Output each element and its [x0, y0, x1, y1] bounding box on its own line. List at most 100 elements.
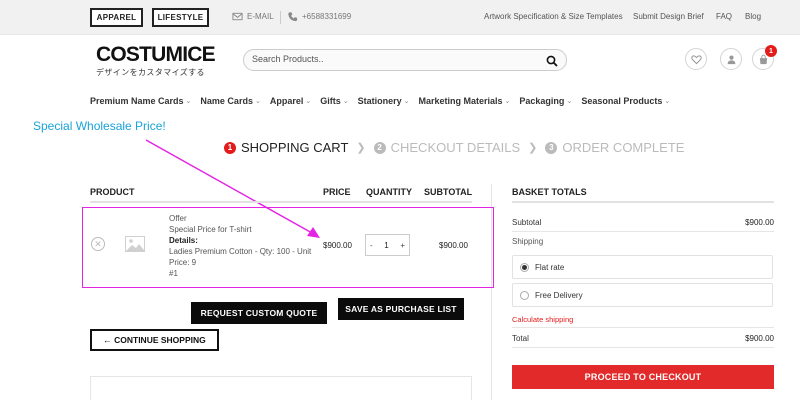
nav-label: Seasonal Products	[581, 96, 663, 106]
basket-divider	[512, 201, 774, 203]
header-price: PRICE	[323, 187, 351, 197]
proceed-to-checkout-button[interactable]: PROCEED TO CHECKOUT	[512, 365, 774, 389]
nav-item-packaging[interactable]: Packaging ⌄	[519, 95, 572, 107]
divider	[280, 11, 281, 24]
search-input[interactable]	[252, 54, 542, 64]
chevron-down-icon: ⌄	[403, 98, 410, 105]
product-details: Offer Special Price for T-shirt Details:…	[169, 213, 314, 279]
lifestyle-button[interactable]: LIFESTYLE	[152, 8, 209, 27]
step-label: CHECKOUT DETAILS	[390, 140, 521, 155]
product-line1: Offer	[169, 214, 187, 223]
step-order-complete: 3 ORDER COMPLETE	[545, 140, 684, 155]
nav-label: Name Cards	[200, 96, 253, 106]
logo-text: COSTUMICE	[96, 43, 216, 66]
nav-label: Premium Name Cards	[90, 96, 184, 106]
shipping-option-label: Free Delivery	[535, 290, 583, 300]
nav-item-seasonal-products[interactable]: Seasonal Products ⌄	[581, 95, 670, 107]
search-bar	[243, 49, 567, 71]
nav-item-premium-name-cards[interactable]: Premium Name Cards ⌄	[90, 95, 191, 107]
header-product: PRODUCT	[90, 187, 135, 197]
header-subtotal: SUBTOTAL	[424, 187, 473, 197]
table-divider	[90, 201, 472, 203]
envelope-icon	[232, 12, 243, 21]
artwork-spec-link[interactable]: Artwork Specification & Size Templates	[484, 12, 623, 21]
chevron-down-icon: ⌄	[566, 98, 573, 105]
nav-item-stationery[interactable]: Stationery ⌄	[358, 95, 410, 107]
nav-label: Apparel	[269, 96, 304, 106]
email-link[interactable]: E-MAIL	[232, 11, 274, 22]
calculate-shipping-link[interactable]: Calculate shipping	[512, 315, 573, 324]
quantity-input[interactable]: 1	[384, 241, 388, 250]
item-subtotal: $900.00	[439, 241, 468, 250]
nav-label: Gifts	[320, 96, 341, 106]
faq-link[interactable]: FAQ	[716, 12, 732, 21]
step-number: 3	[545, 141, 558, 154]
main-nav: Premium Name Cards ⌄ Name Cards ⌄ Apparel ⌄…	[90, 95, 679, 107]
product-name[interactable]: Special Price for T-shirt	[169, 224, 314, 235]
cart-button[interactable]: 1	[752, 45, 777, 70]
nav-item-gifts[interactable]: Gifts ⌄	[320, 95, 348, 107]
continue-shopping-button[interactable]: ← CONTINUE SHOPPING	[90, 329, 219, 351]
annotation-text: Special Wholesale Price!	[33, 119, 166, 133]
wishlist-button[interactable]	[685, 48, 707, 70]
email-label: E-MAIL	[247, 12, 274, 21]
quantity-stepper: - 1 +	[365, 234, 410, 256]
subtotal-label: Subtotal	[512, 218, 542, 227]
step-checkout-details[interactable]: 2 CHECKOUT DETAILS	[373, 140, 521, 155]
radio-checked[interactable]	[520, 262, 529, 272]
heart-icon	[690, 54, 702, 64]
step-label: ORDER COMPLETE	[562, 140, 685, 155]
nav-label: Stationery	[357, 96, 402, 106]
chevron-right-icon: ❯	[356, 142, 366, 154]
apparel-button[interactable]: APPAREL	[90, 8, 143, 27]
details-label: Details:	[169, 236, 198, 245]
nav-item-marketing-materials[interactable]: Marketing Materials ⌄	[419, 95, 511, 107]
chevron-down-icon: ⌄	[664, 98, 671, 105]
coupon-box	[90, 376, 472, 400]
shipping-label: Shipping	[512, 237, 544, 246]
item-price: $900.00	[323, 241, 352, 250]
nav-label: Marketing Materials	[418, 96, 503, 106]
blog-link[interactable]: Blog	[745, 12, 761, 21]
shipping-option-free-delivery[interactable]: Free Delivery	[512, 283, 773, 307]
product-spec: Ladies Premium Cotton - Qty: 100 - Unit …	[169, 247, 312, 267]
account-button[interactable]	[720, 48, 742, 70]
phone-link[interactable]: +6588331699	[287, 11, 351, 22]
basket-totals-title: BASKET TOTALS	[512, 187, 587, 197]
checkout-steps: 1 SHOPPING CART ❯ 2 CHECKOUT DETAILS ❯ 3…	[224, 140, 684, 155]
product-ref: #1	[169, 269, 178, 278]
chevron-down-icon: ⌄	[185, 98, 192, 105]
user-icon	[727, 55, 735, 64]
total-value: $900.00	[745, 334, 774, 343]
nav-label: Packaging	[519, 96, 565, 106]
subtotal-row: Subtotal $900.00	[512, 218, 774, 227]
total-row: Total $900.00	[512, 334, 774, 343]
subtotal-value: $900.00	[745, 218, 774, 227]
phone-number: +6588331699	[302, 12, 352, 21]
row-divider	[512, 327, 774, 328]
step-label: SHOPPING CART	[241, 140, 349, 155]
shipping-option-label: Flat rate	[535, 262, 565, 272]
cart-count-badge: 1	[765, 45, 777, 57]
step-number: 1	[224, 141, 236, 154]
radio-unchecked[interactable]	[520, 290, 529, 300]
search-icon[interactable]	[546, 55, 558, 67]
request-custom-quote-button[interactable]: REQUEST CUSTOM QUOTE	[191, 302, 327, 324]
chevron-down-icon: ⌄	[342, 98, 349, 105]
save-purchase-list-button[interactable]: SAVE AS PURCHASE LIST	[338, 298, 464, 320]
nav-item-apparel[interactable]: Apparel ⌄	[270, 95, 311, 107]
row-divider	[512, 231, 774, 232]
image-placeholder-icon	[125, 236, 145, 252]
decrement-button[interactable]: -	[370, 241, 373, 250]
shipping-option-flat-rate[interactable]: Flat rate	[512, 255, 773, 279]
nav-item-name-cards[interactable]: Name Cards ⌄	[200, 95, 260, 107]
step-shopping-cart[interactable]: 1 SHOPPING CART	[224, 140, 348, 155]
submit-design-brief-link[interactable]: Submit Design Brief	[633, 12, 704, 21]
increment-button[interactable]: +	[400, 241, 405, 250]
remove-item-button[interactable]: ✕	[91, 237, 105, 251]
site-logo[interactable]: COSTUMICE デザインをカスタマイズする	[96, 44, 216, 78]
chevron-down-icon: ⌄	[305, 98, 312, 105]
chevron-down-icon: ⌄	[254, 98, 261, 105]
chevron-right-icon: ❯	[528, 142, 538, 154]
header-quantity: QUANTITY	[366, 187, 412, 197]
